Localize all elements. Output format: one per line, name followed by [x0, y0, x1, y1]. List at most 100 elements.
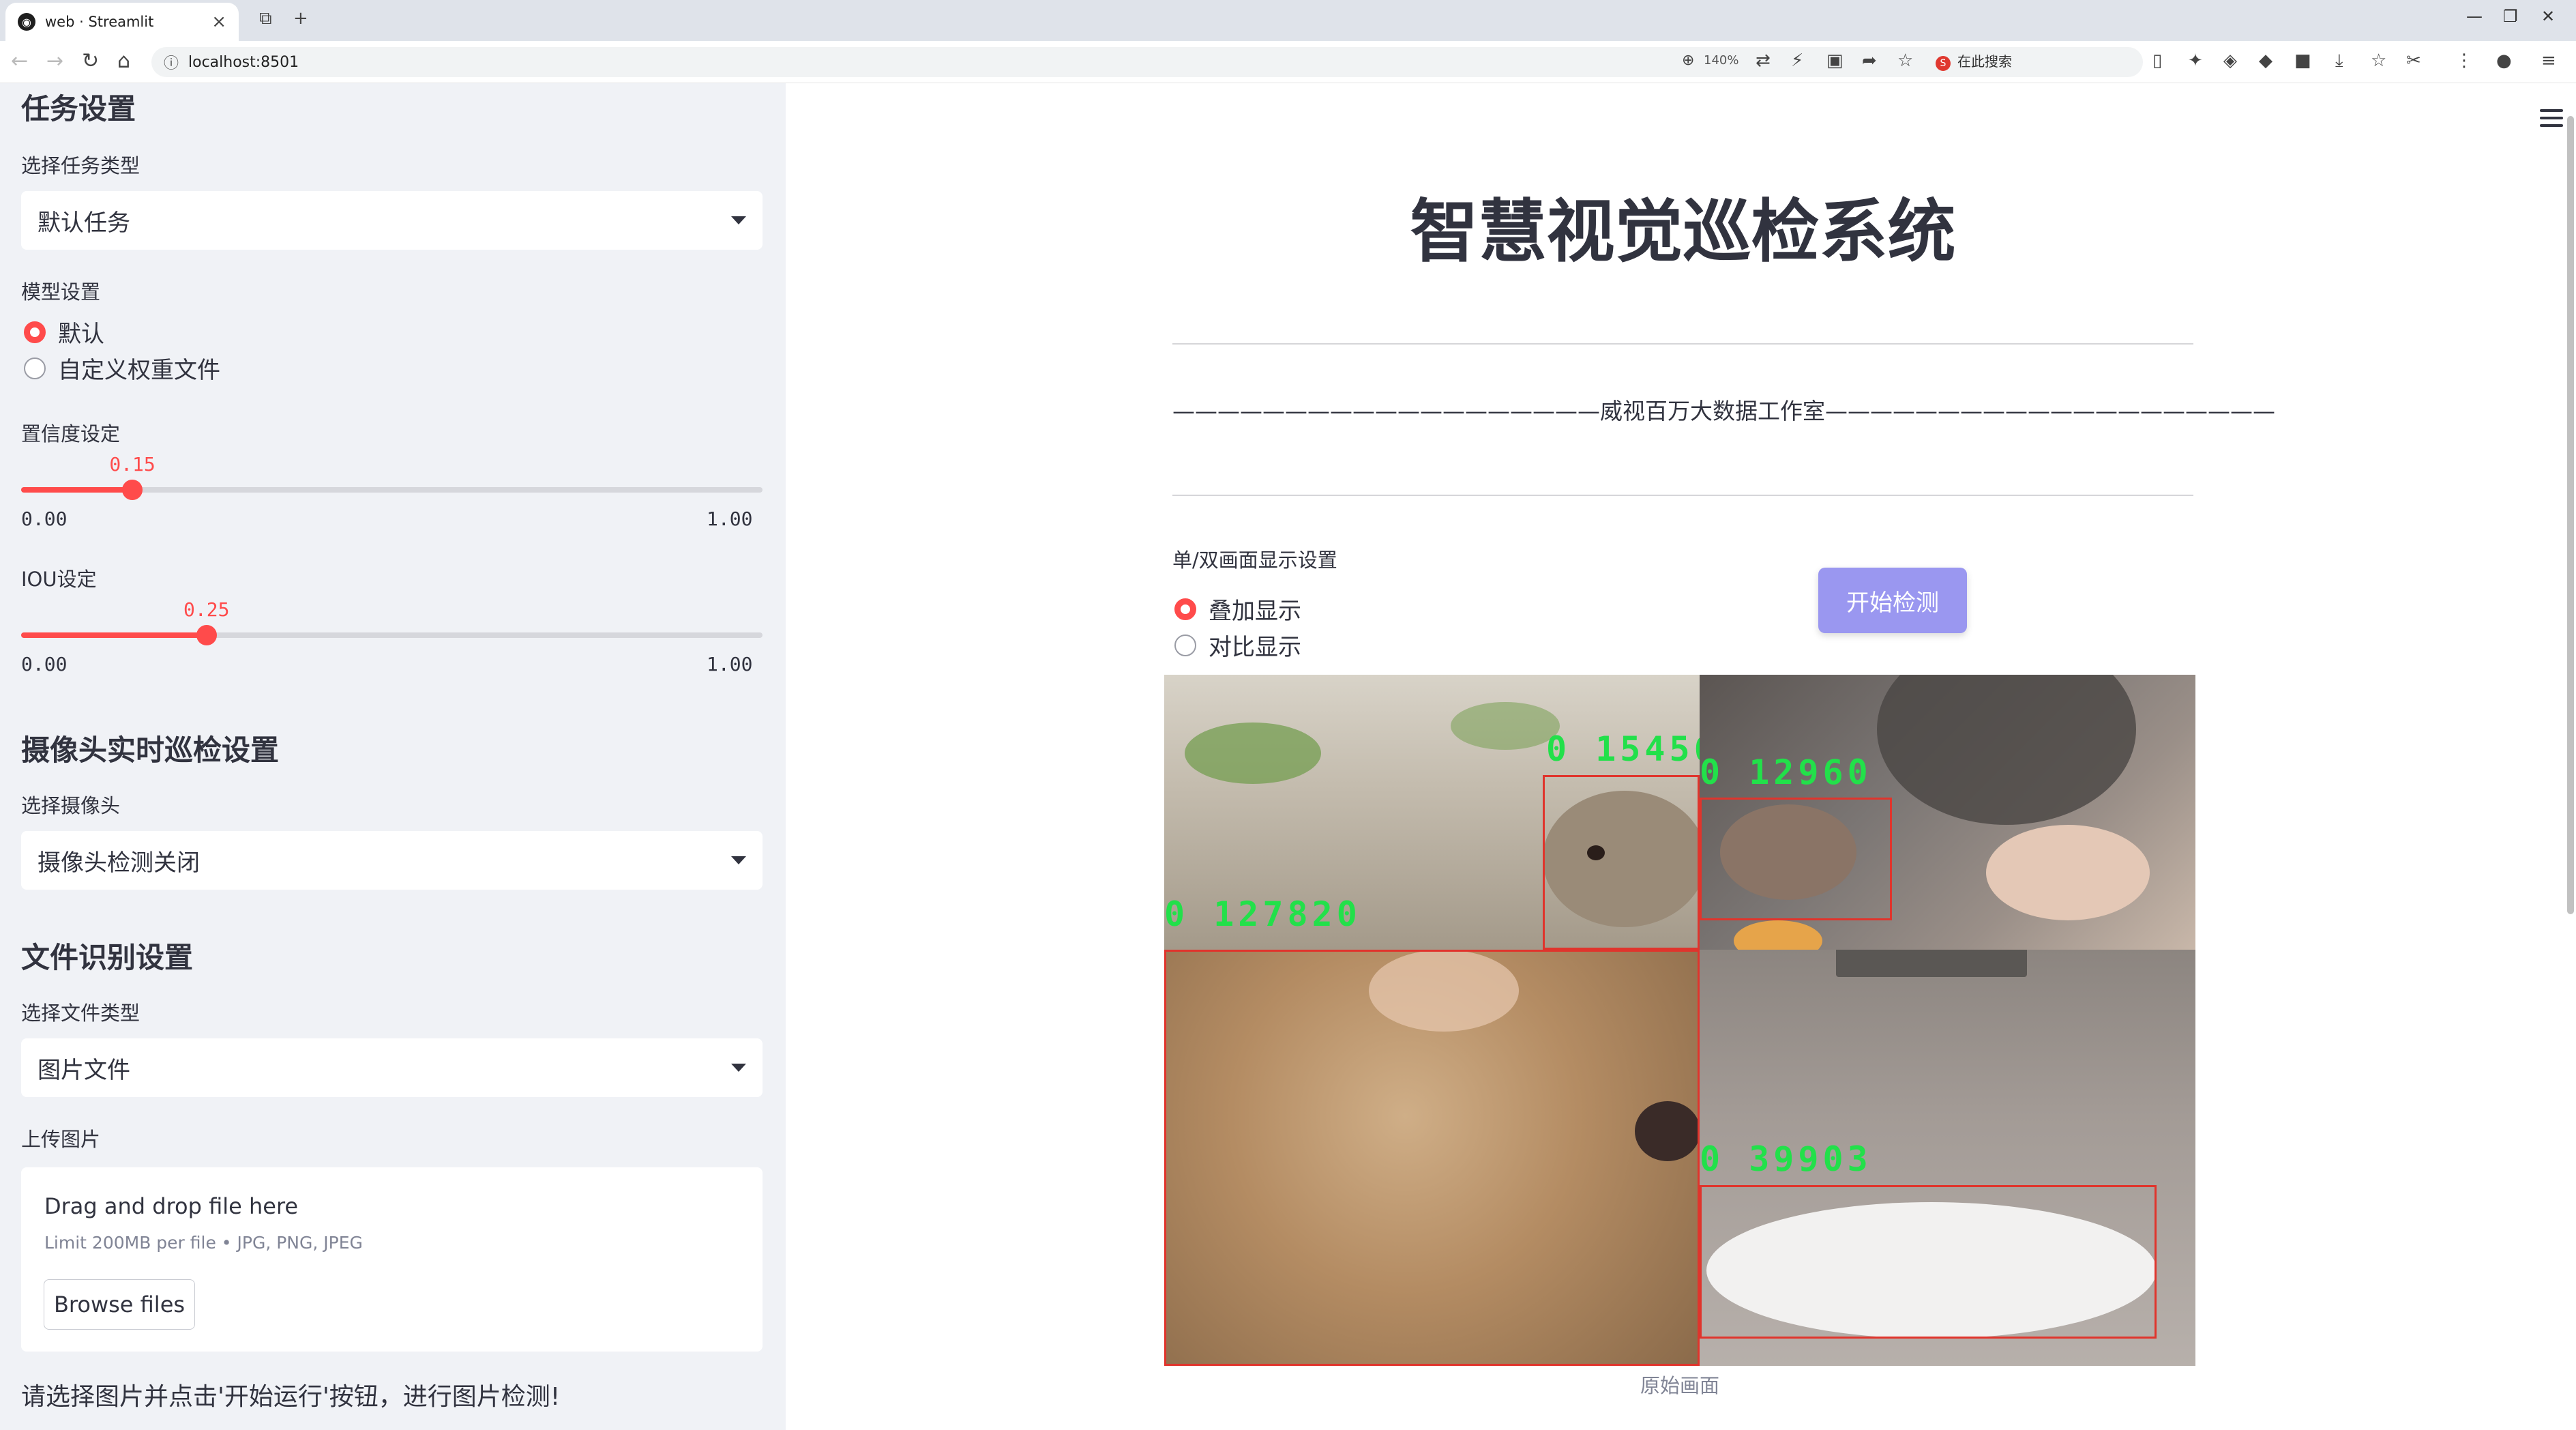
task-type-value: 默认任务	[38, 209, 130, 237]
radio-selected-icon[interactable]	[1174, 598, 1196, 620]
detection-label: 0 15456	[1546, 729, 1700, 769]
browser-tab-bar: ◉ web · Streamlit × ⧉ + — ❐ ✕	[0, 0, 2576, 41]
file-type-label: 选择文件类型	[21, 1002, 140, 1025]
minimize-icon[interactable]: —	[2466, 7, 2483, 26]
slider-fill	[21, 632, 207, 638]
radio-unselected-icon[interactable]	[24, 357, 46, 379]
chevron-down-icon	[731, 856, 746, 864]
home-icon[interactable]: ⌂	[117, 49, 130, 74]
confidence-value: 0.15	[109, 453, 156, 476]
bookmark-star-icon[interactable]: ☆	[1897, 50, 1913, 71]
back-icon[interactable]: ←	[11, 49, 28, 74]
task-settings-heading: 任务设置	[21, 92, 136, 126]
detection-label: 0 12960	[1700, 753, 1872, 792]
confidence-slider[interactable]	[21, 480, 763, 500]
dropzone-limit: Limit 200MB per file • JPG, PNG, JPEG	[44, 1233, 363, 1253]
page-title: 智慧视觉巡检系统	[1410, 192, 1956, 272]
tab-title: web · Streamlit	[45, 14, 154, 30]
display-option-label: 叠加显示	[1209, 598, 1301, 625]
menu-icon[interactable]: ≡	[2541, 50, 2556, 71]
reader-icon[interactable]: ▯	[2152, 50, 2162, 71]
model-option-label: 自定义权重文件	[58, 357, 220, 384]
address-bar-row: ← → ↻ ⌂ ⓘ localhost:8501 ⊕ 140% ⇄ ⚡ ▣ ➦ …	[0, 41, 2576, 83]
model-settings-label: 模型设置	[21, 280, 101, 304]
close-tab-icon[interactable]: ×	[211, 12, 226, 32]
model-option-label: 默认	[58, 321, 104, 348]
scrollbar[interactable]	[2565, 109, 2576, 1430]
chevron-down-icon	[731, 1064, 746, 1072]
iou-min: 0.00	[21, 653, 68, 675]
hamburger-menu-icon[interactable]	[2540, 109, 2563, 132]
camera-settings-heading: 摄像头实时巡检设置	[21, 733, 280, 767]
file-dropzone[interactable]: Drag and drop file here Limit 200MB per …	[21, 1167, 763, 1352]
scissors-icon[interactable]: ✂	[2406, 50, 2421, 71]
radio-unselected-icon[interactable]	[1174, 634, 1196, 656]
studio-banner: ———————————————————威视百万大数据工作室———————————…	[1172, 398, 2275, 424]
detection-image: 0 15456 0 12960 0 127820 0 39903	[1164, 675, 2195, 1366]
more-icon[interactable]: ⋮	[2455, 50, 2473, 71]
detection-box	[1700, 798, 1892, 920]
file-type-value: 图片文件	[38, 1056, 130, 1084]
image-panel-top-right: 0 12960	[1700, 675, 2195, 950]
slider-handle[interactable]	[196, 625, 217, 645]
confidence-min: 0.00	[21, 508, 68, 530]
browse-files-button[interactable]: Browse files	[44, 1279, 195, 1330]
reload-icon[interactable]: ↻	[82, 49, 99, 74]
zoom-icon[interactable]: ⊕	[1682, 52, 1694, 69]
detection-box	[1543, 775, 1700, 950]
new-tab-icon[interactable]: +	[293, 8, 308, 29]
browser-tab[interactable]: ◉ web · Streamlit ×	[5, 3, 239, 41]
display-mode-label: 单/双画面显示设置	[1172, 549, 1337, 572]
share-icon[interactable]: ➦	[1862, 50, 1877, 71]
slider-fill	[21, 487, 133, 493]
download-icon[interactable]: ⤓	[2335, 50, 2343, 72]
extension-2-icon[interactable]: ◈	[2223, 50, 2237, 71]
model-radio-default[interactable]: 默认	[24, 315, 104, 349]
display-radio-overlay[interactable]: 叠加显示	[1174, 592, 1301, 626]
streamlit-favicon-icon: ◉	[18, 13, 35, 31]
iou-max: 1.00	[707, 653, 753, 675]
instruction-text: 请选择图片并点击'开始运行'按钮，进行图片检测!	[21, 1383, 561, 1411]
favorites-icon[interactable]: ☆	[2371, 50, 2386, 71]
detection-box	[1700, 1185, 2157, 1339]
translate-icon[interactable]: ⇄	[1756, 50, 1771, 71]
divider-top	[1172, 343, 2193, 345]
image-panel-bottom-left	[1164, 950, 1700, 1366]
extension-icon[interactable]: ✦	[2188, 50, 2203, 71]
site-info-icon[interactable]: ⓘ	[164, 51, 179, 73]
zoom-level[interactable]: 140%	[1704, 53, 1738, 68]
forward-icon[interactable]: →	[46, 49, 63, 74]
screenshot-icon[interactable]: ▣	[1826, 50, 1844, 71]
bolt-icon[interactable]: ⚡	[1791, 50, 1803, 71]
extension-4-icon[interactable]: ■	[2294, 50, 2311, 71]
url-field[interactable]: ⓘ localhost:8501	[151, 47, 2143, 77]
search-engine-icon: S	[1936, 56, 1951, 71]
display-option-label: 对比显示	[1209, 634, 1301, 661]
display-radio-compare[interactable]: 对比显示	[1174, 628, 1301, 662]
search-placeholder: 在此搜索	[1957, 53, 2012, 70]
main-content: 智慧视觉巡检系统 ———————————————————威视百万大数据工作室——…	[786, 83, 2576, 1430]
search-engine-box[interactable]: S 在此搜索	[1936, 50, 2012, 71]
task-type-select[interactable]: 默认任务	[21, 191, 763, 250]
camera-value: 摄像头检测关闭	[38, 849, 200, 877]
profile-avatar-icon[interactable]: ●	[2496, 50, 2512, 71]
camera-label: 选择摄像头	[21, 794, 121, 817]
detection-label: 0 127820	[1164, 894, 1361, 934]
task-type-label: 选择任务类型	[21, 154, 140, 177]
close-window-icon[interactable]: ✕	[2541, 7, 2555, 26]
tab-groups-icon[interactable]: ⧉	[259, 8, 272, 29]
start-detection-button[interactable]: 开始检测	[1818, 568, 1967, 633]
detection-label: 0 39903	[1700, 1139, 1872, 1179]
model-radio-custom[interactable]: 自定义权重文件	[24, 351, 220, 385]
url-text: localhost:8501	[188, 53, 299, 71]
scroll-thumb[interactable]	[2567, 116, 2574, 914]
extension-3-icon[interactable]: ◆	[2259, 50, 2272, 71]
slider-handle[interactable]	[122, 480, 143, 500]
camera-select[interactable]: 摄像头检测关闭	[21, 831, 763, 890]
detection-box	[1164, 950, 1700, 1366]
iou-slider[interactable]	[21, 625, 763, 645]
restore-icon[interactable]: ❐	[2503, 7, 2518, 26]
radio-selected-icon[interactable]	[24, 321, 46, 343]
file-type-select[interactable]: 图片文件	[21, 1038, 763, 1097]
confidence-max: 1.00	[707, 508, 753, 530]
